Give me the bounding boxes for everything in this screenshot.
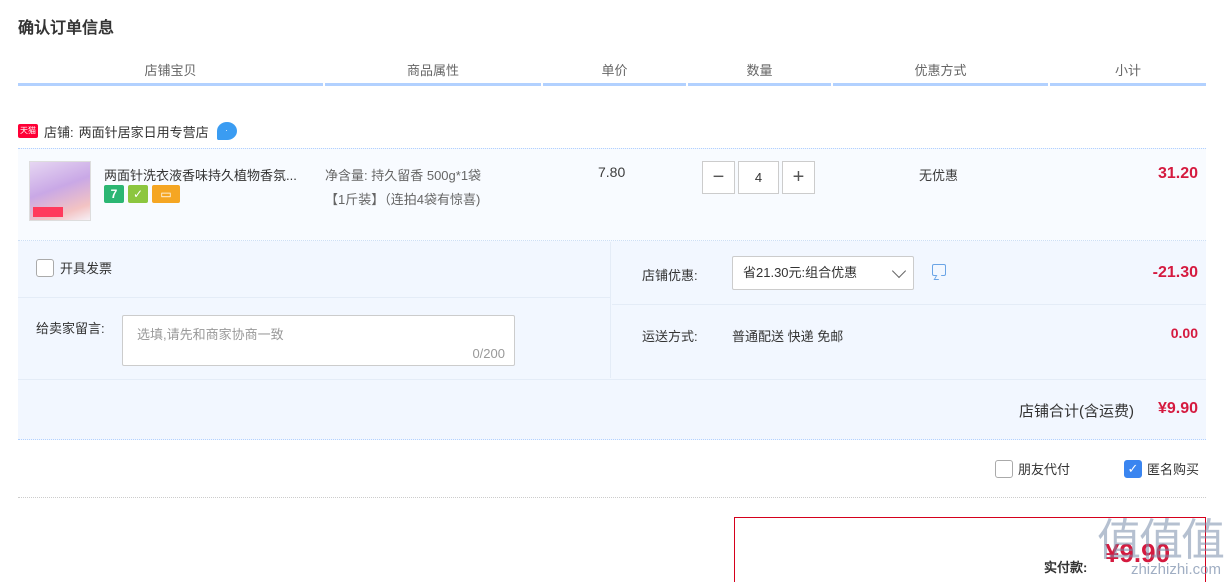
shipping-amount: 0.00	[1170, 325, 1198, 341]
unit-price: 7.80	[598, 164, 626, 180]
product-thumbnail[interactable]	[29, 161, 91, 221]
shop-total-row: 店铺合计(含运费) ¥9.90	[18, 379, 1206, 441]
seller-message-placeholder: 选填,请先和商家协商一致	[137, 327, 284, 342]
friend-pay-checkbox[interactable]	[995, 459, 1013, 478]
qty-input[interactable]: 4	[738, 161, 779, 194]
invoice-option[interactable]: 开具发票	[36, 258, 112, 277]
page-title: 确认订单信息	[18, 20, 115, 37]
shop-row: 天猫 店铺: 两面针居家日用专营店 ·	[18, 120, 237, 142]
item-row: 两面针洗衣液香味持久植物香氛... 7 ✓ ▭ 净含量: 持久留香 500g*1…	[18, 149, 1206, 241]
column-header: 店铺宝贝 商品属性 单价 数量 优惠方式 小计	[18, 62, 1206, 86]
invoice-label: 开具发票	[60, 261, 113, 276]
order-options-left: 开具发票 给卖家留言: 选填,请先和商家协商一致 0/200	[18, 242, 611, 378]
friend-pay-option[interactable]: 朋友代付	[995, 459, 1070, 478]
column-attributes: 商品属性	[325, 62, 541, 86]
product-attribute: 净含量: 持久留香 500g*1袋	[325, 168, 482, 183]
watermark-glyphs: 值值值	[1097, 515, 1225, 566]
shop-discount-amount: -21.30	[1152, 264, 1198, 281]
shop-discount-selected: 省21.30元:组合优惠	[743, 265, 858, 280]
shop-total-label: 店铺合计(含运费)	[1019, 403, 1134, 420]
watermark: 值值值 zhizhizhi.com	[1077, 504, 1225, 578]
chat-wangwang-icon[interactable]: ·	[216, 122, 237, 140]
shop-discount-label: 店铺优惠:	[642, 268, 698, 283]
seven-day-return-icon[interactable]: 7	[104, 185, 124, 203]
quantity-stepper: − 4 +	[702, 161, 815, 194]
divider	[18, 297, 611, 298]
anonymous-checkbox[interactable]: ✓	[1124, 459, 1142, 478]
shop-label: 店铺:	[44, 124, 74, 140]
friend-pay-label: 朋友代付	[1018, 462, 1071, 477]
shipping-method: 普通配送 快递 免邮	[732, 329, 844, 344]
watermark-url: zhizhizhi.com	[1130, 561, 1221, 578]
order-options-right: 店铺优惠: 省21.30元:组合优惠 -21.30 运送方式: 普通配送 快递 …	[612, 242, 1206, 378]
item-discount: 无优惠	[919, 168, 959, 183]
invoice-checkbox[interactable]	[36, 258, 54, 277]
qty-minus-button[interactable]: −	[702, 161, 735, 194]
column-quantity: 数量	[688, 62, 831, 86]
product-attribute-note: 【1斤装】（连拍4袋有惊喜)	[325, 192, 481, 207]
anonymous-label: 匿名购买	[1147, 462, 1200, 477]
column-shop-item: 店铺宝贝	[18, 62, 323, 86]
chevron-down-icon	[891, 263, 907, 279]
divider	[612, 304, 1206, 305]
order-box: 两面针洗衣液香味持久植物香氛... 7 ✓ ▭ 净含量: 持久留香 500g*1…	[18, 148, 1206, 440]
qty-plus-button[interactable]: +	[782, 161, 815, 194]
tmall-icon: 天猫	[18, 124, 38, 138]
column-subtotal: 小计	[1050, 62, 1206, 86]
shop-name-link[interactable]: 两面针居家日用专营店	[79, 122, 209, 141]
shop-total-value: ¥9.90	[1157, 400, 1198, 417]
comment-icon[interactable]	[932, 264, 946, 276]
shop-discount-select[interactable]: 省21.30元:组合优惠	[732, 256, 914, 290]
column-unit-price: 单价	[543, 62, 686, 86]
column-discount: 优惠方式	[833, 62, 1048, 86]
shipping-label: 运送方式:	[642, 329, 698, 344]
item-subtotal: 31.20	[1157, 165, 1198, 182]
service-icons: 7 ✓ ▭	[104, 185, 180, 203]
seller-message-textarea[interactable]: 选填,请先和商家协商一致 0/200	[122, 315, 515, 366]
seller-message-counter: 0/200	[472, 346, 505, 361]
credit-card-icon[interactable]: ▭	[152, 185, 180, 203]
anonymous-purchase-option[interactable]: ✓ 匿名购买	[1124, 459, 1199, 478]
product-title-link[interactable]: 两面针洗衣液香味持久植物香氛...	[104, 165, 324, 184]
seller-message-label: 给卖家留言:	[36, 321, 105, 336]
guarantee-icon[interactable]: ✓	[128, 185, 148, 203]
payment-options-row: 朋友代付 ✓ 匿名购买	[18, 453, 1206, 498]
